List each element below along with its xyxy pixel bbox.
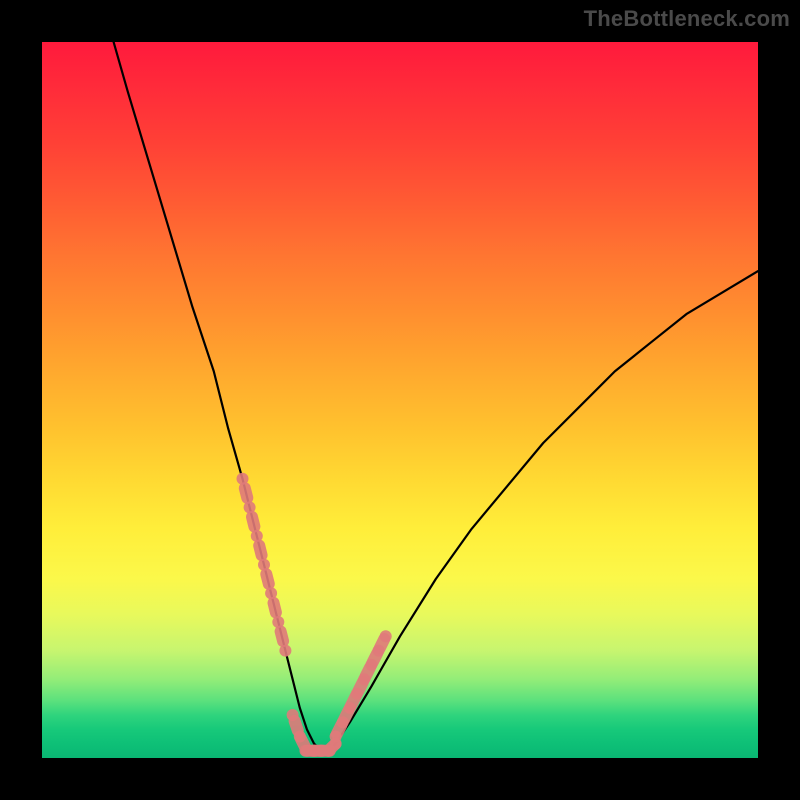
highlight-segment-left [237, 473, 292, 657]
plot-area [42, 42, 758, 758]
highlight-segment-right [330, 630, 392, 742]
bottleneck-curve [114, 42, 758, 751]
watermark-text: TheBottleneck.com [584, 6, 790, 32]
chart-frame: TheBottleneck.com [0, 0, 800, 800]
chart-svg [42, 42, 758, 758]
